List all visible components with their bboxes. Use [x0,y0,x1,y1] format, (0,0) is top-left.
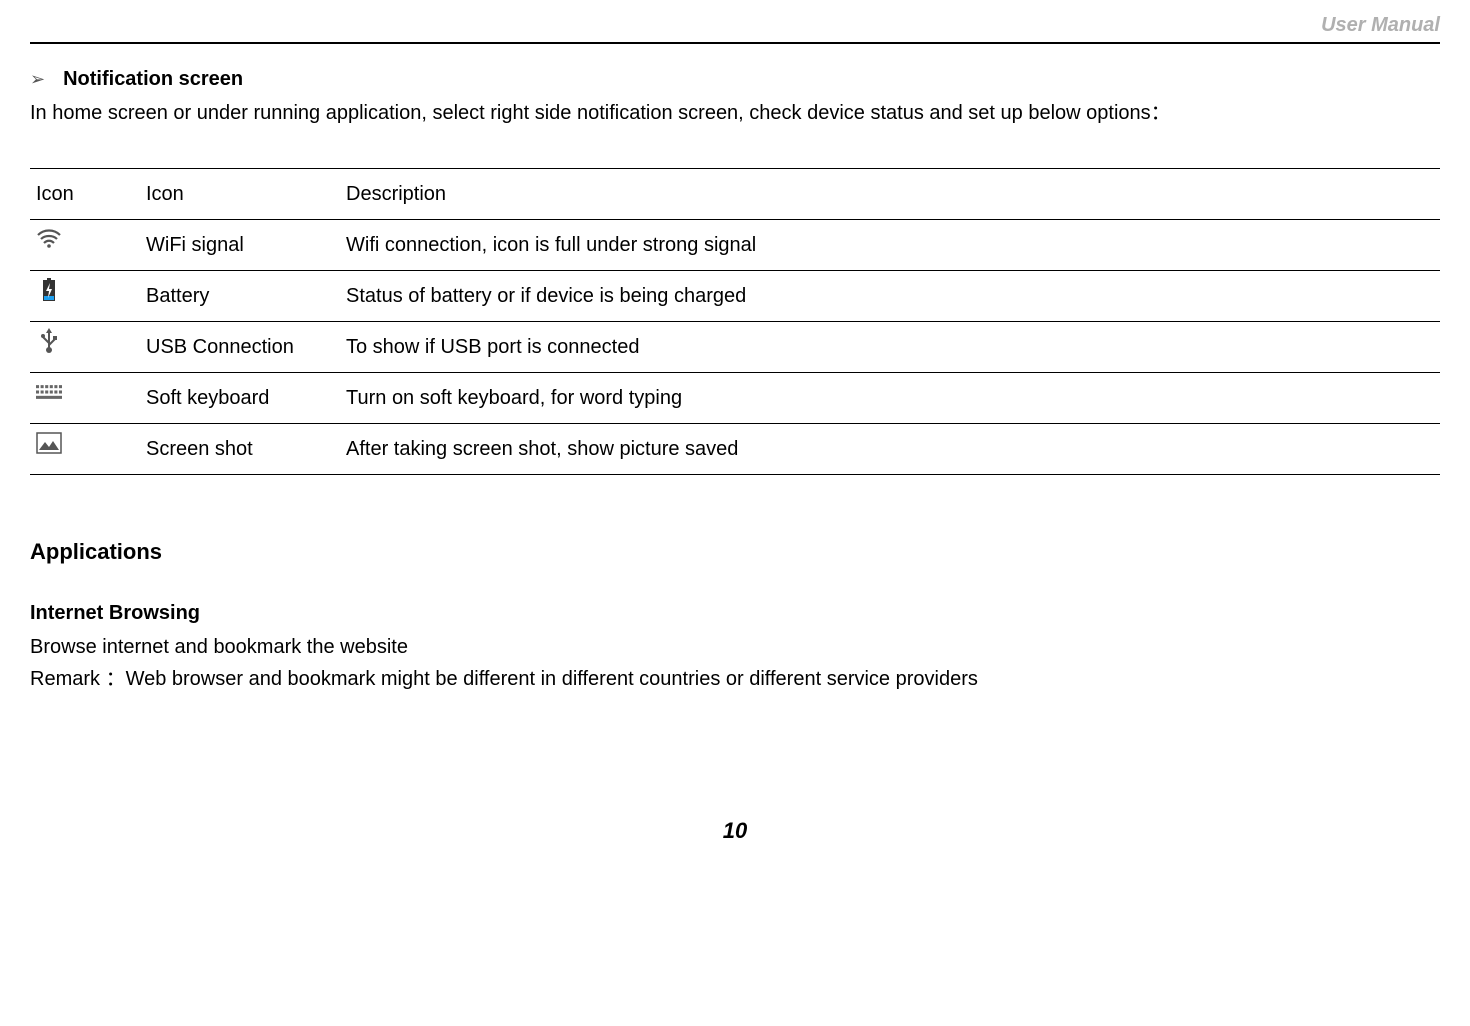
internet-browsing-heading: Internet Browsing [30,598,1440,628]
table-row: Battery Status of battery or if device i… [30,271,1440,322]
browsing-line2: Remark ：Web browser and bookmark might b… [30,664,1440,694]
row-desc: To show if USB port is connected [340,322,1440,373]
row-desc: After taking screen shot, show picture s… [340,424,1440,475]
section-title: Notification screen [63,64,243,94]
row-name: USB Connection [140,322,340,373]
screenshot-icon [36,432,62,454]
table-row: Soft keyboard Turn on soft keyboard, for… [30,373,1440,424]
row-name: Soft keyboard [140,373,340,424]
section-intro: In home screen or under running applicat… [30,98,1440,128]
arrow-icon: ➢ [30,66,45,93]
top-divider [30,42,1440,44]
row-name: Screen shot [140,424,340,475]
table-header-row: Icon Icon Description [30,169,1440,220]
usb-icon [36,330,62,352]
row-desc: Turn on soft keyboard, for word typing [340,373,1440,424]
row-desc: Wifi connection, icon is full under stro… [340,220,1440,271]
page-number: 10 [30,814,1440,847]
row-desc: Status of battery or if device is being … [340,271,1440,322]
wifi-icon [36,228,62,250]
table-row: WiFi signal Wifi connection, icon is ful… [30,220,1440,271]
col-header-description: Description [340,169,1440,220]
header-label: User Manual [30,10,1440,40]
section-bullet: ➢ Notification screen [30,64,1440,94]
table-row: USB Connection To show if USB port is co… [30,322,1440,373]
col-header-icon-1: Icon [30,169,140,220]
keyboard-icon [36,381,62,403]
row-name: Battery [140,271,340,322]
col-header-icon-2: Icon [140,169,340,220]
battery-icon [36,279,62,301]
applications-heading: Applications [30,535,1440,568]
icon-table: Icon Icon Description WiFi signal Wifi c… [30,168,1440,475]
browsing-line1: Browse internet and bookmark the website [30,632,1440,662]
table-row: Screen shot After taking screen shot, sh… [30,424,1440,475]
row-name: WiFi signal [140,220,340,271]
